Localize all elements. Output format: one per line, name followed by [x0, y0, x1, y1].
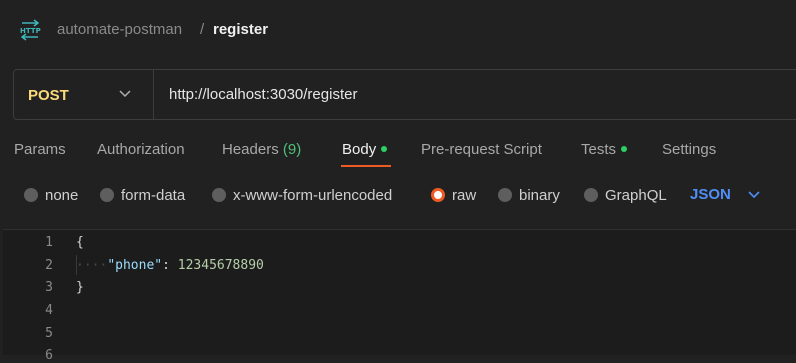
json-key: "phone"	[107, 258, 163, 273]
tab-headers-label: Headers	[222, 141, 279, 158]
tab-tests-label: Tests	[581, 141, 617, 158]
radio-graphql[interactable]	[584, 188, 598, 202]
code-line-1: {	[76, 235, 84, 250]
line-number: 5	[45, 326, 53, 341]
radio-binary-label: binary	[519, 187, 560, 204]
radio-raw[interactable]	[431, 188, 445, 202]
radio-graphql-label: GraphQL	[605, 187, 667, 204]
line-number: 1	[45, 235, 53, 250]
json-value: 12345678890	[177, 258, 264, 273]
method-label: POST	[28, 87, 69, 104]
method-dropdown[interactable]: POST	[14, 70, 154, 119]
radio-raw-label: raw	[452, 187, 477, 204]
tab-body[interactable]: Body	[342, 141, 388, 158]
line-number: 6	[45, 348, 53, 363]
chevron-down-icon	[119, 90, 131, 98]
code-line-3: }	[76, 280, 84, 295]
line-number: 4	[45, 303, 53, 318]
tab-authorization[interactable]: Authorization	[97, 141, 185, 158]
line-number: 2	[45, 258, 53, 273]
tab-params[interactable]: Params	[14, 141, 66, 158]
tab-body-label: Body	[342, 141, 377, 158]
breadcrumb-collection[interactable]: automate-postman	[57, 21, 182, 38]
code-editor[interactable]: 1 2 3 4 5 6 { ····"phone": 12345678890 }	[3, 229, 796, 363]
line-number: 3	[45, 280, 53, 295]
radio-urlencoded[interactable]	[212, 188, 226, 202]
svg-text:HTTP: HTTP	[20, 27, 41, 35]
url-input[interactable]	[169, 86, 769, 103]
body-status-dot	[381, 146, 388, 153]
radio-form-data[interactable]	[100, 188, 114, 202]
url-bar: POST	[13, 69, 796, 120]
tab-headers-count: (9)	[282, 141, 302, 158]
radio-none-label: none	[45, 187, 79, 204]
radio-none[interactable]	[24, 188, 38, 202]
tab-tests[interactable]: Tests	[581, 141, 628, 158]
radio-urlencoded-label: x-www-form-urlencoded	[233, 187, 393, 204]
chevron-down-icon[interactable]	[747, 188, 761, 202]
tab-settings[interactable]: Settings	[662, 141, 716, 158]
tab-headers[interactable]: Headers (9)	[222, 141, 301, 158]
language-dropdown[interactable]: JSON	[690, 186, 731, 203]
tests-status-dot	[621, 146, 628, 153]
radio-form-data-label: form-data	[121, 187, 186, 204]
radio-binary[interactable]	[498, 188, 512, 202]
breadcrumb-separator: /	[200, 21, 205, 38]
breadcrumb-request-name[interactable]: register	[213, 21, 268, 38]
indent-whitespace: ····	[76, 258, 108, 273]
code-line-2: ····"phone": 12345678890	[76, 258, 264, 273]
request-header: HTTP automate-postman / register	[0, 0, 796, 62]
http-request-icon: HTTP	[20, 19, 41, 41]
tab-pre-request-script[interactable]: Pre-request Script	[421, 141, 542, 158]
active-tab-indicator	[341, 165, 391, 167]
json-colon: :	[162, 258, 178, 273]
